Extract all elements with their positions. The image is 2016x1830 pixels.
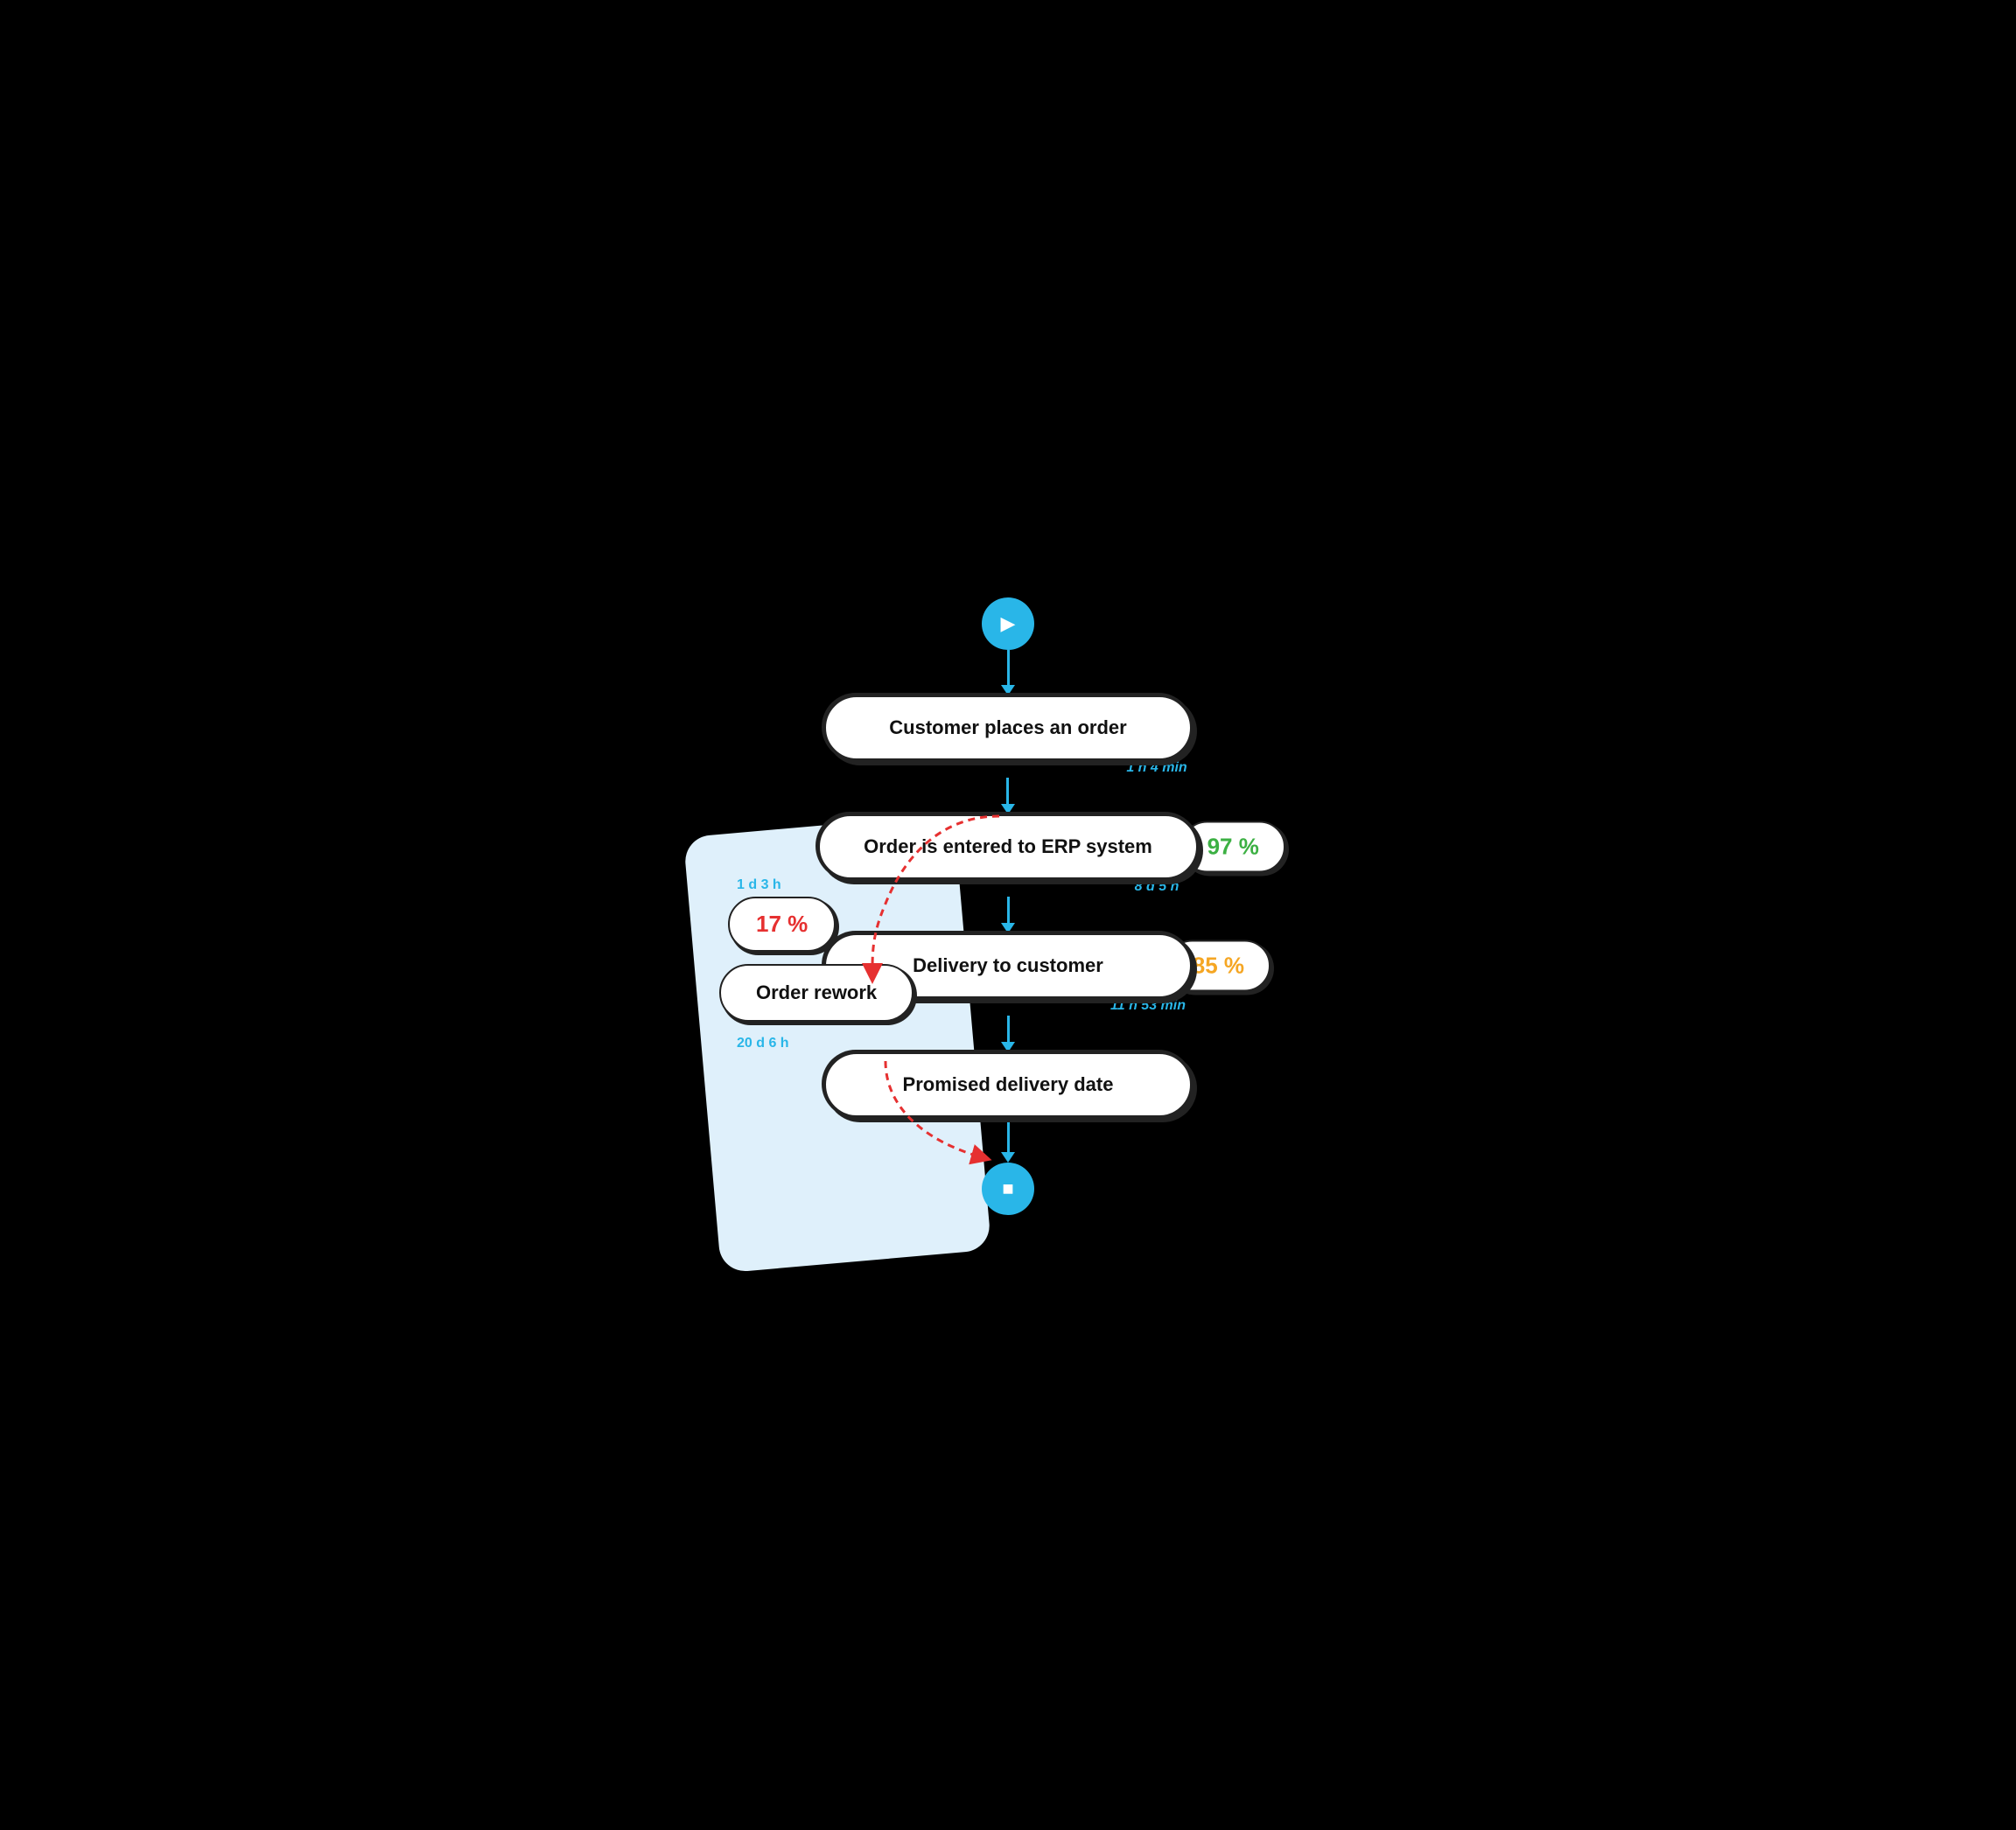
start-button[interactable]: ▶: [982, 597, 1034, 650]
step4-box: Promised delivery date: [824, 1052, 1192, 1117]
step2-box: Order is entered to ERP system: [818, 814, 1198, 879]
time-label-11h53min: 11 h 53 min: [1110, 998, 1186, 1014]
time-label-1h4min: 1 h 4 min: [1126, 760, 1186, 776]
step2-row: Order is entered to ERP system 97 %: [818, 814, 1198, 879]
stop-icon: ■: [1002, 1177, 1013, 1200]
step2-label: Order is entered to ERP system: [864, 835, 1152, 857]
rework-percentage: 17 %: [728, 897, 836, 952]
connector-step4-end: [1007, 1117, 1010, 1163]
play-icon: ▶: [1001, 612, 1016, 635]
rework-box: Order rework: [719, 964, 914, 1022]
connector-start-step1: [1007, 650, 1010, 695]
diagram-container: 1 d 3 h 17 % Order rework 20 d 6 h ▶ Cus…: [710, 580, 1306, 1250]
rework-area: 1 d 3 h 17 % Order rework 20 d 6 h: [710, 877, 990, 1051]
badge-97-value: 97 %: [1208, 834, 1259, 860]
end-button[interactable]: ■: [982, 1163, 1034, 1215]
rework-time-top: 1 d 3 h: [737, 877, 781, 893]
rework-time-bottom: 20 d 6 h: [737, 1036, 789, 1051]
connector-step1-step2: 1 h 4 min: [829, 760, 1186, 814]
step1-label: Customer places an order: [889, 716, 1126, 738]
step4-label: Promised delivery date: [903, 1073, 1114, 1095]
step1-box: Customer places an order: [824, 695, 1192, 760]
time-label-8d5h: 8 d 5 h: [1135, 879, 1180, 895]
badge-85-value: 85 %: [1193, 953, 1244, 979]
